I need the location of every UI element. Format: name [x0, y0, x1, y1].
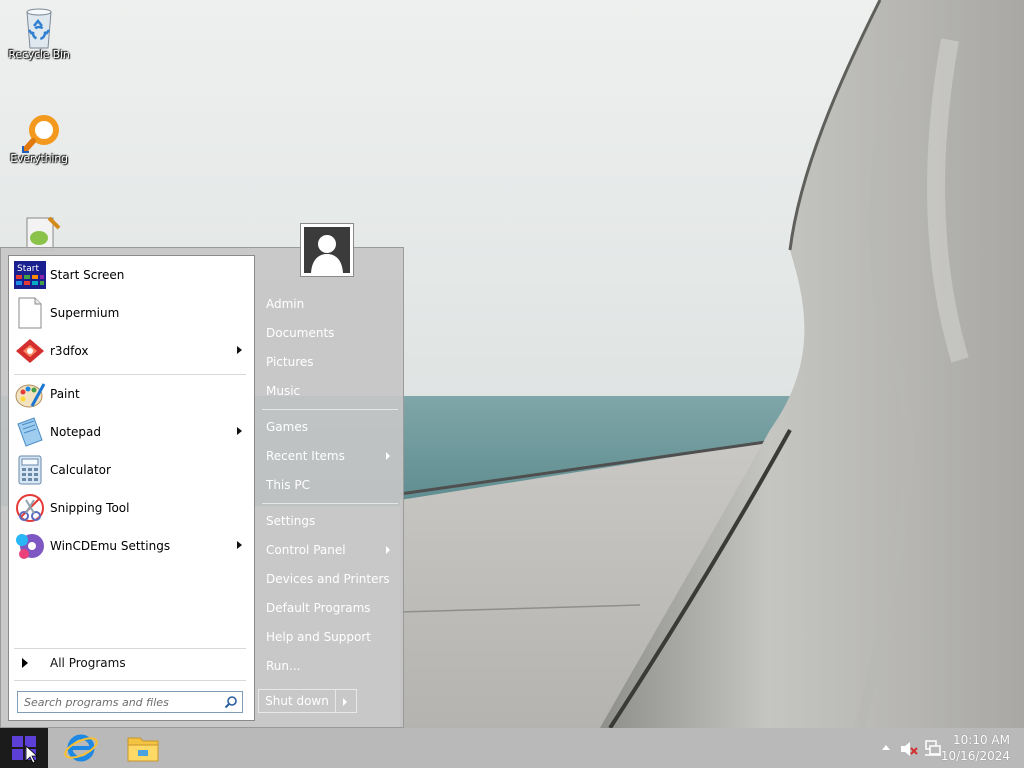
start-link-control-panel[interactable]: Control Panel: [262, 537, 400, 563]
menu-item-label: Paint: [50, 387, 80, 401]
start-link-pictures[interactable]: Pictures: [262, 349, 400, 375]
start-link-help-and-support[interactable]: Help and Support: [262, 624, 400, 650]
clock[interactable]: 10:10 AM 10/16/2024: [941, 732, 1010, 764]
snipping-tool-icon: [14, 492, 46, 524]
start-screen-icon: Start: [14, 259, 46, 291]
network-icon[interactable]: [924, 740, 942, 756]
calculator-icon: [14, 454, 46, 486]
menu-separator: [14, 680, 246, 681]
menu-item-r3dfox[interactable]: r3dfox: [14, 334, 250, 368]
notepad-icon: [14, 416, 46, 448]
desktop-icon-recycle-bin[interactable]: Recycle Bin: [0, 6, 78, 61]
menu-item-label: WinCDEmu Settings: [50, 539, 171, 553]
search-box: [17, 691, 243, 713]
menu-item-snipping-tool[interactable]: Snipping Tool: [14, 491, 250, 525]
programs-pane: Start Start Screen Supermium r3dfox Pain…: [8, 255, 255, 721]
internet-explorer-icon: [64, 734, 98, 762]
start-link-devices-and-printers[interactable]: Devices and Printers: [262, 566, 400, 592]
start-link-label: This PC: [266, 478, 310, 492]
system-tray: 10:10 AM 10/16/2024: [864, 728, 1024, 768]
paint-icon: [14, 378, 46, 410]
start-link-label: Recent Items: [266, 449, 345, 463]
menu-separator: [14, 648, 246, 649]
submenu-arrow-icon: [386, 546, 390, 554]
start-link-run[interactable]: Run...: [262, 653, 400, 679]
menu-item-label: Snipping Tool: [50, 501, 130, 515]
everything-search-icon: [19, 110, 59, 153]
all-programs-button[interactable]: All Programs: [14, 652, 250, 674]
taskbar-internet-explorer[interactable]: [52, 728, 110, 768]
start-link-label: Admin: [266, 297, 305, 311]
search-icon[interactable]: [224, 695, 238, 709]
start-button[interactable]: [0, 728, 48, 768]
user-avatar[interactable]: [300, 223, 354, 277]
menu-item-label: r3dfox: [50, 344, 89, 358]
menu-item-wincdemu-settings[interactable]: WinCDEmu Settings: [14, 529, 250, 563]
windows-logo-icon: [12, 736, 39, 764]
start-link-admin[interactable]: Admin: [262, 291, 400, 317]
submenu-arrow-icon: [386, 452, 390, 460]
r3dfox-icon: [14, 335, 46, 367]
file-explorer-icon: [127, 737, 159, 762]
start-link-music[interactable]: Music: [262, 378, 400, 404]
start-link-label: Pictures: [266, 355, 314, 369]
start-link-documents[interactable]: Documents: [262, 320, 400, 346]
expand-arrow-icon: [22, 658, 28, 668]
submenu-arrow-icon: [237, 541, 242, 549]
start-link-label: Control Panel: [266, 543, 346, 557]
svg-text:Start: Start: [17, 264, 39, 274]
start-link-games[interactable]: Games: [262, 414, 400, 440]
shutdown-arrow-icon: [343, 698, 347, 706]
search-input[interactable]: [18, 692, 220, 712]
shutdown-options-button[interactable]: [336, 689, 357, 713]
start-link-this-pc[interactable]: This PC: [262, 472, 400, 498]
taskbar-file-explorer[interactable]: [114, 728, 172, 768]
shutdown-button[interactable]: Shut down: [258, 689, 336, 713]
start-link-recent-items[interactable]: Recent Items: [262, 443, 400, 469]
wincdemu-icon: [14, 530, 46, 562]
menu-item-notepad[interactable]: Notepad: [14, 415, 250, 449]
menu-item-paint[interactable]: Paint: [14, 377, 250, 411]
menu-item-supermium[interactable]: Supermium: [14, 296, 250, 330]
menu-item-label: Start Screen: [50, 268, 125, 282]
start-link-settings[interactable]: Settings: [262, 508, 400, 534]
start-link-label: Games: [266, 420, 308, 434]
show-hidden-icons-icon[interactable]: [882, 745, 890, 750]
submenu-arrow-icon: [237, 427, 242, 435]
start-link-label: Documents: [266, 326, 335, 340]
menu-item-label: Supermium: [50, 306, 120, 320]
start-link-default-programs[interactable]: Default Programs: [262, 595, 400, 621]
menu-item-label: Notepad: [50, 425, 101, 439]
menu-item-start-screen[interactable]: Start Start Screen: [14, 258, 250, 292]
volume-muted-icon[interactable]: [900, 741, 918, 757]
menu-item-label: Calculator: [50, 463, 111, 477]
start-link-label: Music: [266, 384, 301, 398]
submenu-arrow-icon: [237, 346, 242, 354]
menu-separator: [14, 374, 246, 375]
all-programs-label: All Programs: [50, 656, 126, 670]
start-link-label: Devices and Printers: [266, 572, 390, 586]
start-link-label: Run...: [266, 659, 301, 673]
menu-item-calculator[interactable]: Calculator: [14, 453, 250, 487]
start-link-label: Help and Support: [266, 630, 371, 644]
clock-date: 10/16/2024: [940, 749, 1010, 763]
desktop-icon-everything[interactable]: Everything: [0, 110, 78, 165]
start-link-label: Settings: [266, 514, 316, 528]
start-link-separator: [262, 409, 398, 410]
user-avatar-icon: [304, 227, 350, 273]
start-link-separator: [262, 503, 398, 504]
blank-document-icon: [14, 297, 46, 329]
clock-time: 10:10 AM: [953, 733, 1010, 747]
recycle-bin-icon: [19, 6, 59, 49]
taskbar: 10:10 AM 10/16/2024: [0, 728, 1024, 768]
start-link-label: Default Programs: [266, 601, 371, 615]
